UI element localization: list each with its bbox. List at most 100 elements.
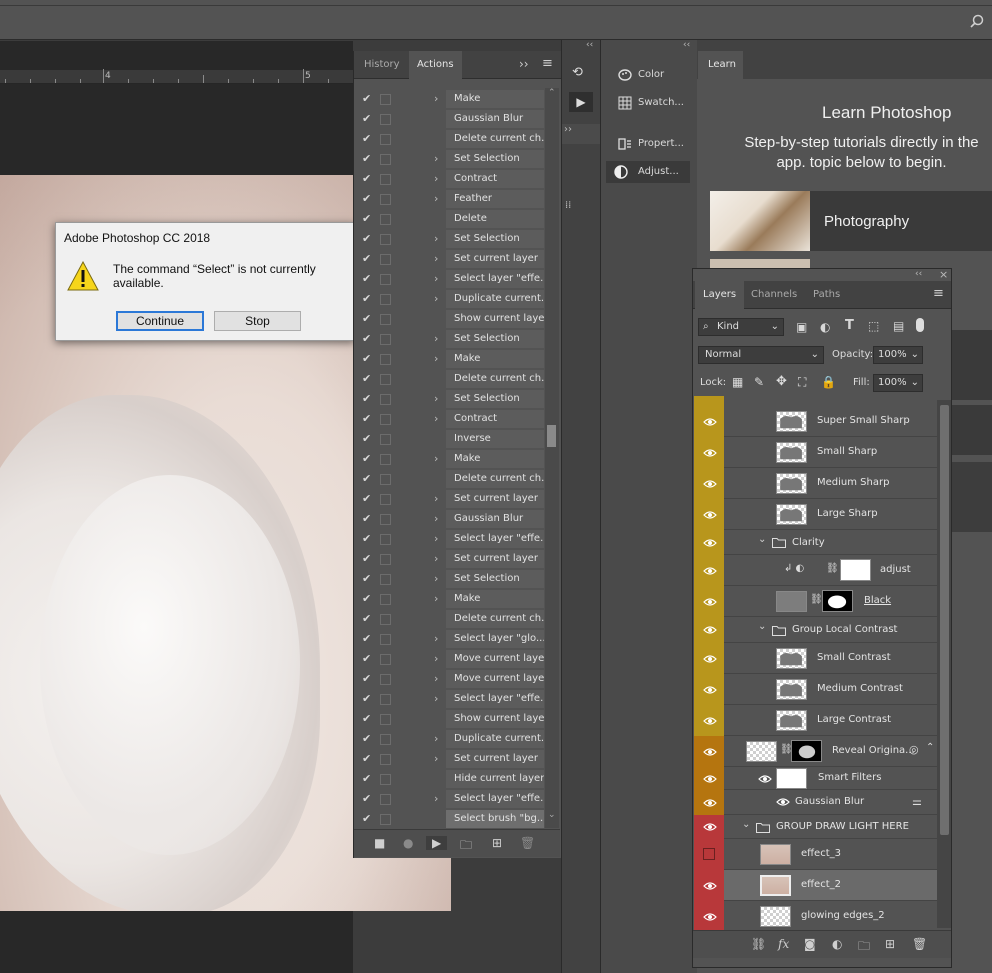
dialog-toggle-box[interactable]	[380, 234, 391, 245]
action-step[interactable]: ✔ › Set Selection	[354, 149, 546, 169]
expand-chevron-icon[interactable]: ›	[434, 92, 438, 105]
lock-position-icon[interactable]: ✥	[776, 374, 787, 389]
dialog-toggle-box[interactable]	[380, 814, 391, 825]
side-item-properties[interactable]: Propert...	[612, 133, 684, 155]
collapse-icon[interactable]: ‹‹	[915, 269, 922, 279]
layer-row[interactable]: Small Contrast	[694, 643, 937, 674]
lock-artboard-icon[interactable]: ⛶	[798, 375, 806, 390]
chevron-up-icon[interactable]: ⌃	[926, 742, 934, 753]
step-enabled-check-icon[interactable]: ✔	[362, 433, 374, 445]
dialog-toggle-box[interactable]	[380, 114, 391, 125]
eye-icon[interactable]	[703, 774, 717, 784]
dialog-toggle-box[interactable]	[380, 774, 391, 785]
eye-icon[interactable]	[703, 654, 717, 664]
dialog-toggle-box[interactable]	[380, 674, 391, 685]
layer-row[interactable]: Small Sharp	[694, 437, 937, 468]
layer-visibility-cell[interactable]	[694, 468, 724, 499]
layer-visibility-cell[interactable]	[694, 530, 724, 555]
action-step[interactable]: ✔ Delete current ch...	[354, 129, 546, 149]
stop-recording-icon[interactable]: ■	[374, 836, 385, 850]
action-step[interactable]: ✔ › Contract	[354, 169, 546, 189]
dialog-toggle-box[interactable]	[380, 394, 391, 405]
action-step[interactable]: ✔ › Feather	[354, 189, 546, 209]
expand-chevron-icon[interactable]: ›	[434, 232, 438, 245]
smart-filter-mask-thumbnail[interactable]	[776, 768, 807, 789]
layer-mask-thumbnail[interactable]	[822, 590, 853, 612]
layer-visibility-cell[interactable]	[694, 815, 724, 839]
layer-row[interactable]: ⚌ Gaussian Blur	[694, 790, 937, 815]
layer-row[interactable]: ↲ ◐ ⛓ adjust	[694, 555, 937, 586]
step-enabled-check-icon[interactable]: ✔	[362, 813, 374, 825]
scroll-up-icon[interactable]: ⌃	[548, 88, 556, 98]
tab-learn[interactable]: Learn	[698, 51, 743, 79]
filter-toggle-icon[interactable]	[916, 318, 924, 332]
eye-icon[interactable]	[758, 774, 772, 787]
actions-scrollbar-thumb[interactable]	[547, 425, 556, 447]
action-step[interactable]: ✔ › Set current layer	[354, 249, 546, 269]
action-step[interactable]: ✔ › Duplicate current...	[354, 729, 546, 749]
opacity-input[interactable]: 100% ⌄	[873, 346, 923, 364]
step-enabled-check-icon[interactable]: ✔	[362, 693, 374, 705]
dialog-toggle-box[interactable]	[380, 434, 391, 445]
eye-icon[interactable]	[703, 538, 717, 548]
link-icon[interactable]: ⛓	[810, 594, 823, 605]
action-step[interactable]: ✔ › Make	[354, 349, 546, 369]
action-step[interactable]: ✔ › Select layer "effe...	[354, 529, 546, 549]
step-enabled-check-icon[interactable]: ✔	[362, 753, 374, 765]
expand-chevron-icon[interactable]: ›	[434, 272, 438, 285]
layer-thumbnail[interactable]	[776, 473, 807, 494]
layer-thumbnail[interactable]	[776, 442, 807, 463]
expand-chevron-icon[interactable]: ›	[434, 592, 438, 605]
dialog-toggle-box[interactable]	[380, 94, 391, 105]
smart-object-thumbnail[interactable]	[746, 741, 777, 762]
expand-chevron-icon[interactable]: ›	[434, 672, 438, 685]
actions-scrollbar[interactable]: ⌃ ⌄	[545, 88, 559, 828]
action-step[interactable]: ✔ › Make	[354, 89, 546, 109]
expand-chevron-icon[interactable]: ›	[434, 412, 438, 425]
layer-thumbnail[interactable]	[760, 844, 791, 865]
layer-visibility-cell[interactable]	[694, 555, 724, 586]
tab-actions[interactable]: Actions	[409, 51, 462, 79]
layer-row[interactable]: ⌄ GROUP DRAW LIGHT HERE	[694, 815, 937, 839]
step-enabled-check-icon[interactable]: ✔	[362, 773, 374, 785]
pixel-filter-icon[interactable]: ▣	[796, 320, 807, 334]
action-step[interactable]: ✔ › Set current layer	[354, 549, 546, 569]
trash-icon[interactable]: 🗑	[912, 937, 927, 951]
eye-icon[interactable]	[703, 625, 717, 635]
link-icon[interactable]: ⛓	[826, 563, 839, 574]
new-adjustment-icon[interactable]: ◐	[832, 937, 842, 951]
step-enabled-check-icon[interactable]: ✔	[362, 553, 374, 565]
tab-channels[interactable]: Channels	[743, 281, 805, 309]
kind-filter-select[interactable]: ⌕ Kind ⌄	[698, 318, 784, 336]
action-step[interactable]: ✔ Delete current ch...	[354, 369, 546, 389]
dialog-toggle-box[interactable]	[380, 654, 391, 665]
close-icon[interactable]: ×	[939, 268, 948, 281]
action-step[interactable]: ✔ › Move current layer	[354, 669, 546, 689]
layer-visibility-cell[interactable]	[694, 705, 724, 736]
dialog-toggle-box[interactable]	[380, 314, 391, 325]
layer-visibility-cell[interactable]	[694, 437, 724, 468]
panel-menu-icon[interactable]: ≡	[542, 56, 553, 71]
chevron-down-icon[interactable]: ⌄	[758, 621, 766, 632]
layer-thumbnail[interactable]	[776, 411, 807, 432]
side-item-adjustments[interactable]: Adjust...	[606, 161, 690, 183]
action-step[interactable]: ✔ › Set current layer	[354, 489, 546, 509]
step-enabled-check-icon[interactable]: ✔	[362, 193, 374, 205]
layer-row[interactable]: ⛓ ◎ ⌃ Reveal Origina...	[694, 736, 937, 767]
action-step[interactable]: ✔ › Contract	[354, 409, 546, 429]
action-step[interactable]: ✔ › Select layer "glo...	[354, 629, 546, 649]
stop-button[interactable]: Stop	[214, 311, 301, 331]
dialog-toggle-box[interactable]	[380, 794, 391, 805]
layer-visibility-cell[interactable]	[694, 499, 724, 530]
dialog-toggle-box[interactable]	[380, 194, 391, 205]
action-step[interactable]: ✔ › Set current layer	[354, 749, 546, 769]
step-enabled-check-icon[interactable]: ✔	[362, 633, 374, 645]
layer-visibility-cell[interactable]	[694, 870, 724, 901]
eye-icon[interactable]	[776, 797, 790, 810]
search-icon[interactable]	[970, 14, 984, 28]
step-enabled-check-icon[interactable]: ✔	[362, 313, 374, 325]
layer-row[interactable]: glowing edges_2	[694, 901, 937, 932]
adjustment-filter-icon[interactable]: ◐	[820, 320, 830, 334]
layer-visibility-cell[interactable]	[694, 586, 724, 617]
expand-chevron-icon[interactable]: ›	[434, 752, 438, 765]
